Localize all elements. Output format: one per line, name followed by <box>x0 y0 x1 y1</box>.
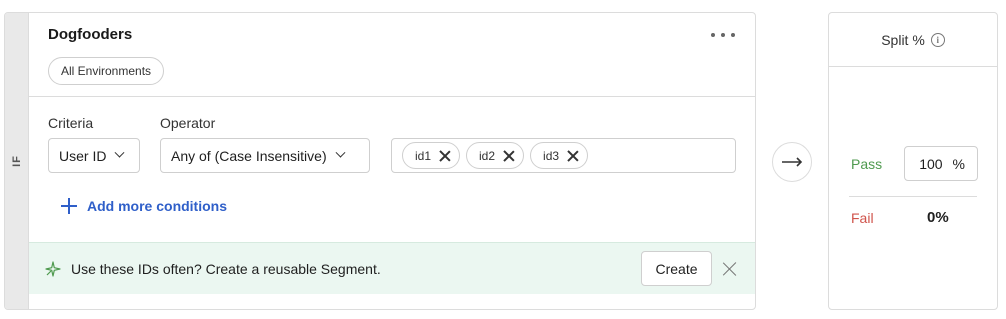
segment-title: Dogfooders <box>48 26 133 43</box>
close-icon[interactable] <box>567 150 579 162</box>
banner-text: Use these IDs often? Create a reusable S… <box>71 260 381 277</box>
value-chip-label: id1 <box>415 148 432 163</box>
more-options-button[interactable] <box>711 27 735 43</box>
arrow-right-icon <box>772 142 812 182</box>
pass-percent-input[interactable]: 100 % <box>904 146 978 181</box>
values-input[interactable]: id1 id2 id3 <box>391 138 736 173</box>
add-conditions-label: Add more conditions <box>87 198 227 214</box>
operator-label: Operator <box>160 115 216 131</box>
split-header-label: Split % <box>881 31 925 48</box>
fail-label: Fail <box>851 210 874 226</box>
value-chip-label: id3 <box>543 148 560 163</box>
environment-pill[interactable]: All Environments <box>48 57 165 85</box>
add-conditions-button[interactable]: Add more conditions <box>61 198 227 214</box>
more-icon <box>711 33 715 37</box>
close-icon[interactable] <box>723 262 737 276</box>
split-card: Split % i Pass 100 % Fail 0% <box>828 12 998 310</box>
value-chip: id2 <box>466 142 525 169</box>
operator-select[interactable]: Any of (Case Insensitive) <box>160 138 370 173</box>
if-strip: IF <box>5 13 29 309</box>
split-divider <box>849 196 977 197</box>
operator-value: Any of (Case Insensitive) <box>171 147 327 164</box>
rule-card: IF Dogfooders All Environments Criteria … <box>4 12 756 310</box>
segment-suggestion-banner: Use these IDs often? Create a reusable S… <box>29 242 755 294</box>
value-chip: id1 <box>402 142 461 169</box>
fail-value: 0% <box>927 209 949 226</box>
criteria-label: Criteria <box>48 115 94 131</box>
plus-icon <box>61 198 77 214</box>
value-chip: id3 <box>530 142 589 169</box>
pass-label: Pass <box>851 156 883 172</box>
criteria-select[interactable]: User ID <box>48 138 140 173</box>
if-label: IF <box>10 155 23 167</box>
more-icon-dot <box>721 33 725 37</box>
close-icon[interactable] <box>503 150 515 162</box>
split-header: Split % i <box>829 13 997 67</box>
sparkle-icon <box>45 260 61 277</box>
chevron-down-icon <box>335 147 346 158</box>
divider <box>29 96 755 97</box>
value-chip-label: id2 <box>479 148 496 163</box>
criteria-value: User ID <box>59 147 107 164</box>
more-icon-dot <box>731 33 735 37</box>
chevron-down-icon <box>115 147 125 158</box>
pass-value: 100 <box>919 155 943 172</box>
close-icon[interactable] <box>439 150 451 162</box>
pass-unit: % <box>952 155 965 172</box>
info-icon[interactable]: i <box>930 32 945 47</box>
create-segment-button[interactable]: Create <box>641 251 712 286</box>
